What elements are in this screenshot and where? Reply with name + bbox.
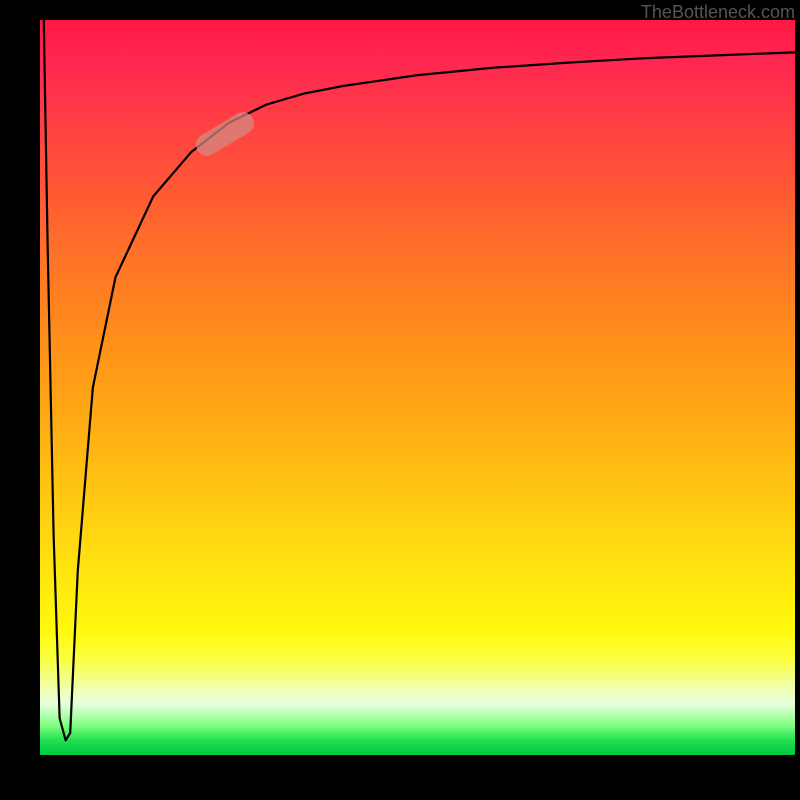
curve-svg	[40, 20, 795, 755]
plot-area	[40, 20, 795, 755]
curve-line	[44, 20, 795, 740]
chart-container: TheBottleneck.com	[0, 0, 800, 800]
watermark-text: TheBottleneck.com	[641, 2, 795, 23]
